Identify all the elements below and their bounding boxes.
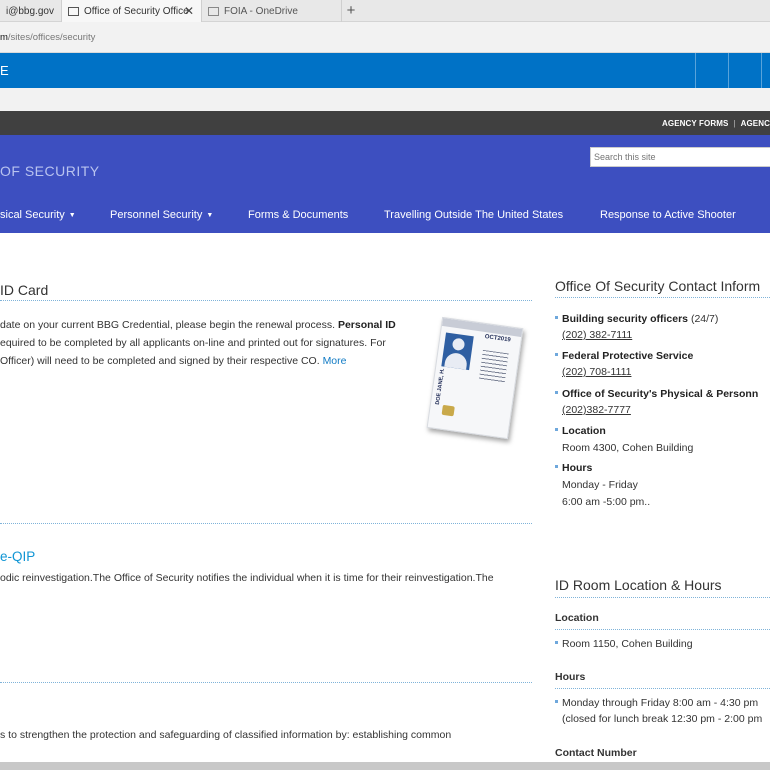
- link-separator: |: [733, 118, 736, 128]
- url-path: /sites/offices/security: [7, 31, 96, 43]
- nav-item-forms-documents[interactable]: Forms & Documents: [248, 209, 348, 221]
- id-card-text-line-2: equired to be completed by all applicant…: [0, 337, 386, 349]
- contact-building-security: Building security officers (24/7): [555, 311, 718, 328]
- contact-label: Building security officers: [562, 313, 689, 325]
- browser-tab-foia-onedrive[interactable]: FOIA - OneDrive: [202, 0, 342, 22]
- id-room-heading: ID Room Location & Hours: [555, 577, 722, 593]
- page-icon: [208, 6, 219, 16]
- card-chip-icon: [441, 404, 455, 417]
- section-divider: [555, 688, 770, 689]
- tab-label: Office of Security Office: [84, 5, 189, 17]
- card-text-lines: [478, 349, 509, 384]
- nav-item-physical-security[interactable]: sical Security ▼: [0, 209, 76, 221]
- id-room-hours-line-1: Monday through Friday 8:00 am - 4:30 pm: [555, 695, 758, 712]
- id-card-text-line-3: Officer) will need to be completed and s…: [0, 352, 347, 370]
- id-room-location-label: Location: [555, 612, 599, 624]
- search-input[interactable]: [590, 147, 770, 167]
- contact-phone-link[interactable]: (202)382-7777: [562, 404, 631, 416]
- personal-id-bold: Personal ID: [337, 319, 396, 331]
- section-divider: [555, 629, 770, 630]
- location-item: Location: [555, 423, 606, 440]
- id-room-hours-line-2: (closed for lunch break 12:30 pm - 2:00 …: [562, 713, 763, 725]
- suite-bar-divider: [695, 53, 696, 88]
- location-text: Room 1150, Cohen Building: [562, 638, 693, 650]
- id-card-text: Officer) will need to be completed and s…: [0, 355, 323, 367]
- nav-item-label: Personnel Security: [110, 209, 203, 221]
- section-divider: [0, 300, 532, 301]
- tab-label: FOIA - OneDrive: [224, 5, 298, 17]
- phone-number[interactable]: (202)382-7777: [562, 404, 631, 416]
- id-card-image: OCT2019 DOE JANE, H.: [426, 316, 524, 440]
- caret-down-icon: ▼: [68, 212, 76, 219]
- location-value: Room 4300, Cohen Building: [562, 442, 694, 454]
- hours-days: Monday - Friday: [562, 479, 638, 491]
- suite-bar: E: [0, 53, 770, 88]
- contact-phone-link[interactable]: (202) 382-7111: [562, 329, 632, 341]
- agency-forms-link[interactable]: AGENCY FORMS: [662, 119, 728, 128]
- contact-suffix: (24/7): [688, 313, 719, 325]
- agency-links: AGENCY FORMS | AGENC: [662, 111, 770, 135]
- contact-number-label: Contact Number: [555, 747, 637, 759]
- bullet-icon: [555, 353, 558, 356]
- tab-label: i@bbg.gov: [6, 5, 54, 17]
- nav-item-personnel-security[interactable]: Personnel Security ▼: [110, 209, 213, 221]
- browser-tab-bar: i@bbg.gov Office of Security Office ✕ FO…: [0, 0, 770, 22]
- eqip-text: odic reinvestigation.The Office of Secur…: [0, 572, 494, 584]
- id-card-text: date on your current BBG Credential, ple…: [0, 319, 338, 331]
- id-card-text-line-1: date on your current BBG Credential, ple…: [0, 316, 396, 334]
- nav-item-travelling-outside-us[interactable]: Travelling Outside The United States: [384, 209, 563, 221]
- section-divider: [555, 297, 770, 298]
- close-icon[interactable]: ✕: [184, 4, 194, 18]
- hours-label: Hours: [562, 462, 593, 474]
- browser-tab-office-of-security[interactable]: Office of Security Office ✕: [62, 0, 202, 22]
- nav-item-label: sical Security: [0, 209, 65, 221]
- page-icon: [68, 6, 79, 16]
- browser-tab-mail[interactable]: i@bbg.gov: [0, 0, 62, 22]
- id-card-heading: ID Card: [0, 282, 49, 298]
- bullet-icon: [555, 316, 558, 319]
- caret-down-icon: ▼: [206, 212, 214, 219]
- contact-label: Office of Security's Physical & Personn: [562, 388, 759, 400]
- id-room-hours-label: Hours: [555, 671, 586, 683]
- id-room-location-value: Room 1150, Cohen Building: [555, 636, 693, 653]
- location-label: Location: [562, 425, 606, 437]
- bullet-icon: [555, 700, 558, 703]
- phone-number[interactable]: (202) 382-7111: [562, 329, 632, 341]
- bullet-icon: [555, 641, 558, 644]
- suite-bar-title[interactable]: E: [0, 63, 9, 78]
- bullet-icon: [555, 428, 558, 431]
- section-divider: [0, 682, 532, 683]
- card-date: OCT2019: [484, 333, 511, 344]
- hours-text: Monday through Friday 8:00 am - 4:30 pm: [562, 697, 759, 709]
- contact-phone-link[interactable]: (202) 708-1111: [562, 366, 631, 378]
- section-divider: [0, 523, 532, 524]
- ribbon-area: [0, 88, 770, 111]
- contact-label: Federal Protective Service: [562, 350, 694, 362]
- agency-next-link[interactable]: AGENC: [741, 119, 770, 128]
- nav-item-active-shooter[interactable]: Response to Active Shooter: [600, 209, 736, 221]
- site-title[interactable]: OF SECURITY: [0, 163, 100, 179]
- section-divider: [555, 597, 770, 598]
- agency-bar: AGENCY FORMS | AGENC: [0, 111, 770, 135]
- hours-item: Hours: [555, 460, 592, 477]
- hours-time: 6:00 am -5:00 pm..: [562, 496, 651, 508]
- contact-office-of-security: Office of Security's Physical & Personn: [555, 386, 758, 403]
- site-header: OF SECURITY sical Security▼ Personnel Se…: [0, 135, 770, 233]
- contact-federal-protective: Federal Protective Service: [555, 348, 693, 365]
- address-bar[interactable]: m/sites/offices/security: [0, 22, 770, 53]
- phone-number[interactable]: (202) 708-1111: [562, 366, 631, 378]
- contact-info-heading: Office Of Security Contact Inform: [555, 278, 761, 294]
- new-tab-button[interactable]: +: [344, 2, 358, 19]
- classified-info-text: s to strengthen the protection and safeg…: [0, 729, 452, 741]
- card-name: DOE JANE, H.: [434, 368, 446, 406]
- url-host: m: [0, 31, 8, 43]
- more-link[interactable]: More: [323, 355, 347, 367]
- suite-bar-divider: [761, 53, 762, 88]
- horizontal-scrollbar[interactable]: [0, 762, 770, 770]
- eqip-heading-link[interactable]: e-QIP: [0, 549, 35, 564]
- bullet-icon: [555, 391, 558, 394]
- bullet-icon: [555, 465, 558, 468]
- suite-bar-divider: [728, 53, 729, 88]
